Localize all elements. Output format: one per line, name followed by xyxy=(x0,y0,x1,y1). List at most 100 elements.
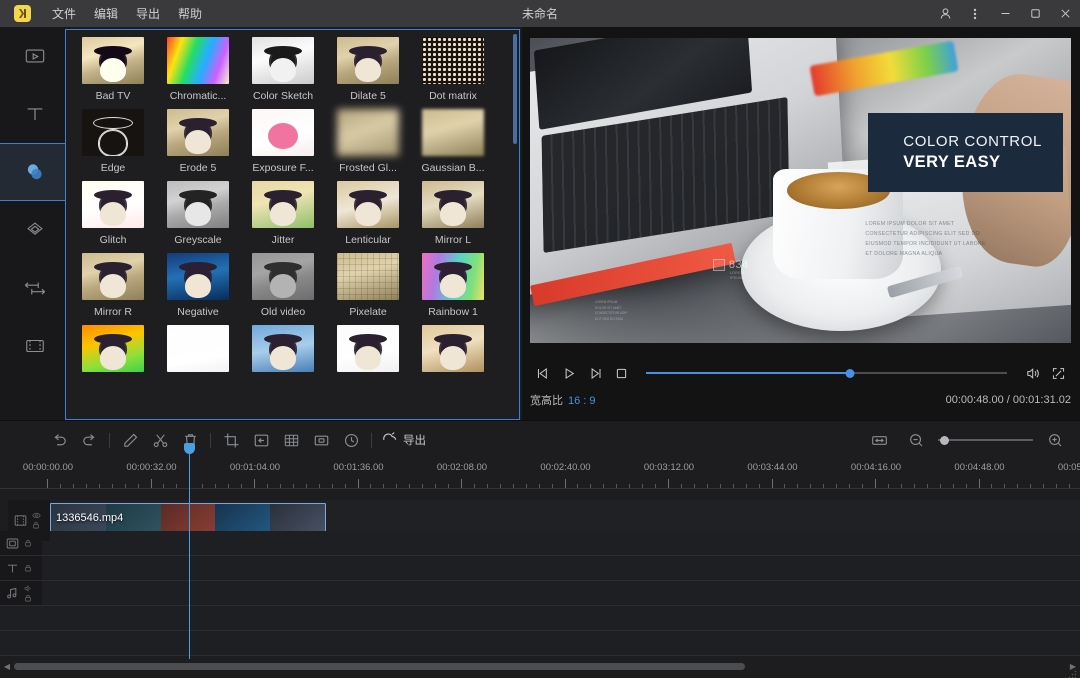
lock-icon[interactable] xyxy=(32,521,41,529)
scroll-left-icon[interactable]: ◀ xyxy=(0,662,14,671)
filter-item[interactable] xyxy=(413,325,498,378)
menu-help[interactable]: 帮助 xyxy=(169,1,211,26)
filter-item[interactable] xyxy=(158,325,243,378)
filter-item[interactable]: Gaussian B... xyxy=(413,109,498,174)
resize-grip[interactable] xyxy=(1067,666,1077,676)
track-overlay[interactable] xyxy=(0,531,1080,556)
track-empty-1[interactable] xyxy=(0,606,1080,631)
filter-item[interactable]: Chromatic... xyxy=(158,37,243,102)
track-text[interactable] xyxy=(0,556,1080,581)
menu-export[interactable]: 导出 xyxy=(127,1,169,26)
filter-item[interactable]: Greyscale xyxy=(158,181,243,246)
video-editor-window: 文件 编辑 导出 帮助 未命名 xyxy=(0,0,1080,678)
redo-button[interactable] xyxy=(74,425,104,455)
filter-item[interactable]: Bad TV xyxy=(73,37,158,102)
track-video-toggles[interactable] xyxy=(32,512,41,529)
filters-scrollbar[interactable] xyxy=(513,34,517,144)
filter-item[interactable]: Rainbow 1 xyxy=(413,253,498,318)
sidebar-item-filters[interactable] xyxy=(0,143,70,201)
play-button[interactable] xyxy=(556,360,582,386)
ruler-label: 00:00:00.00 xyxy=(23,462,73,473)
seek-handle[interactable] xyxy=(845,369,854,378)
ruler-tick-minor xyxy=(539,484,540,488)
track-overlay-header[interactable] xyxy=(0,531,42,555)
lock-icon[interactable] xyxy=(24,594,33,602)
video-preview[interactable]: COLOR CONTROL VERY EASY 834 LOREM IPSUM … xyxy=(530,38,1071,343)
sidebar-item-overlays[interactable] xyxy=(0,201,70,259)
ruler-tick-minor xyxy=(823,484,824,488)
account-icon[interactable] xyxy=(930,0,960,27)
ruler-tick-minor xyxy=(616,484,617,488)
minimize-icon[interactable] xyxy=(990,0,1020,27)
timeline-hscrollbar[interactable]: ◀ ▶ xyxy=(0,658,1080,674)
zoom-slider-handle[interactable] xyxy=(940,436,949,445)
mosaic-button[interactable] xyxy=(276,425,306,455)
more-options-icon[interactable] xyxy=(960,0,990,27)
hscroll-track[interactable] xyxy=(14,663,1066,670)
filter-item[interactable]: Pixelate xyxy=(328,253,413,318)
lock-icon[interactable] xyxy=(24,539,32,547)
filter-item[interactable]: Old video xyxy=(243,253,328,318)
seek-bar[interactable] xyxy=(646,363,1007,383)
fullscreen-button[interactable] xyxy=(1045,360,1071,386)
filter-item[interactable]: Exposure F... xyxy=(243,109,328,174)
crop-button[interactable] xyxy=(216,425,246,455)
stop-button[interactable] xyxy=(608,360,634,386)
next-frame-button[interactable] xyxy=(582,360,608,386)
filter-item[interactable] xyxy=(73,325,158,378)
eye-icon[interactable] xyxy=(32,512,41,519)
maximize-icon[interactable] xyxy=(1020,0,1050,27)
filter-item[interactable]: Negative xyxy=(158,253,243,318)
sidebar-item-elements[interactable] xyxy=(0,317,70,375)
fit-timeline-button[interactable] xyxy=(864,425,894,455)
split-button[interactable] xyxy=(145,425,175,455)
volume-button[interactable] xyxy=(1019,360,1045,386)
filter-item[interactable]: Jitter xyxy=(243,181,328,246)
sidebar-item-media[interactable] xyxy=(0,27,70,85)
speed-button[interactable] xyxy=(336,425,366,455)
close-icon[interactable] xyxy=(1050,0,1080,27)
freeze-button[interactable] xyxy=(306,425,336,455)
menu-edit[interactable]: 编辑 xyxy=(85,1,127,26)
export-button[interactable]: 导出 xyxy=(381,429,426,451)
ruler-tick-minor xyxy=(966,484,967,488)
track-empty-2[interactable] xyxy=(0,631,1080,656)
filter-item[interactable]: Mirror R xyxy=(73,253,158,318)
prev-frame-button[interactable] xyxy=(530,360,556,386)
track-text-toggles[interactable] xyxy=(24,564,32,572)
zoom-out-button[interactable] xyxy=(901,425,931,455)
filter-item[interactable]: Edge xyxy=(73,109,158,174)
track-audio-header[interactable] xyxy=(0,581,42,605)
track-text-header[interactable] xyxy=(0,556,42,580)
filter-thumbnail xyxy=(82,37,144,84)
filter-item[interactable]: Frosted Gl... xyxy=(328,109,413,174)
filter-item[interactable]: Lenticular xyxy=(328,181,413,246)
speaker-icon[interactable] xyxy=(24,585,33,592)
filter-item[interactable] xyxy=(243,325,328,378)
hscroll-thumb[interactable] xyxy=(14,663,745,670)
track-overlay-toggles[interactable] xyxy=(24,539,32,547)
undo-button[interactable] xyxy=(44,425,74,455)
filter-thumbnail xyxy=(422,109,484,156)
filter-thumbnail xyxy=(422,253,484,300)
zoom-in-button[interactable] xyxy=(1040,425,1070,455)
sidebar-item-transitions[interactable] xyxy=(0,259,70,317)
filter-item[interactable]: Dilate 5 xyxy=(328,37,413,102)
sidebar-item-text[interactable] xyxy=(0,85,70,143)
filter-item[interactable]: Erode 5 xyxy=(158,109,243,174)
filter-item[interactable]: Glitch xyxy=(73,181,158,246)
filter-item[interactable]: Color Sketch xyxy=(243,37,328,102)
zoom-slider[interactable] xyxy=(938,433,1033,447)
playhead[interactable] xyxy=(189,451,190,659)
lock-icon[interactable] xyxy=(24,564,32,572)
keyframe-button[interactable] xyxy=(246,425,276,455)
timeline-ruler[interactable]: 00:00:00.0000:00:32.0000:01:04.0000:01:3… xyxy=(0,459,1080,489)
edit-button[interactable] xyxy=(115,425,145,455)
track-audio[interactable] xyxy=(0,581,1080,606)
filter-item[interactable]: Dot matrix xyxy=(413,37,498,102)
menu-file[interactable]: 文件 xyxy=(43,1,85,26)
filter-item[interactable]: Mirror L xyxy=(413,181,498,246)
filter-item[interactable] xyxy=(328,325,413,378)
track-audio-toggles[interactable] xyxy=(24,585,33,602)
ruler-tick-minor xyxy=(759,484,760,488)
